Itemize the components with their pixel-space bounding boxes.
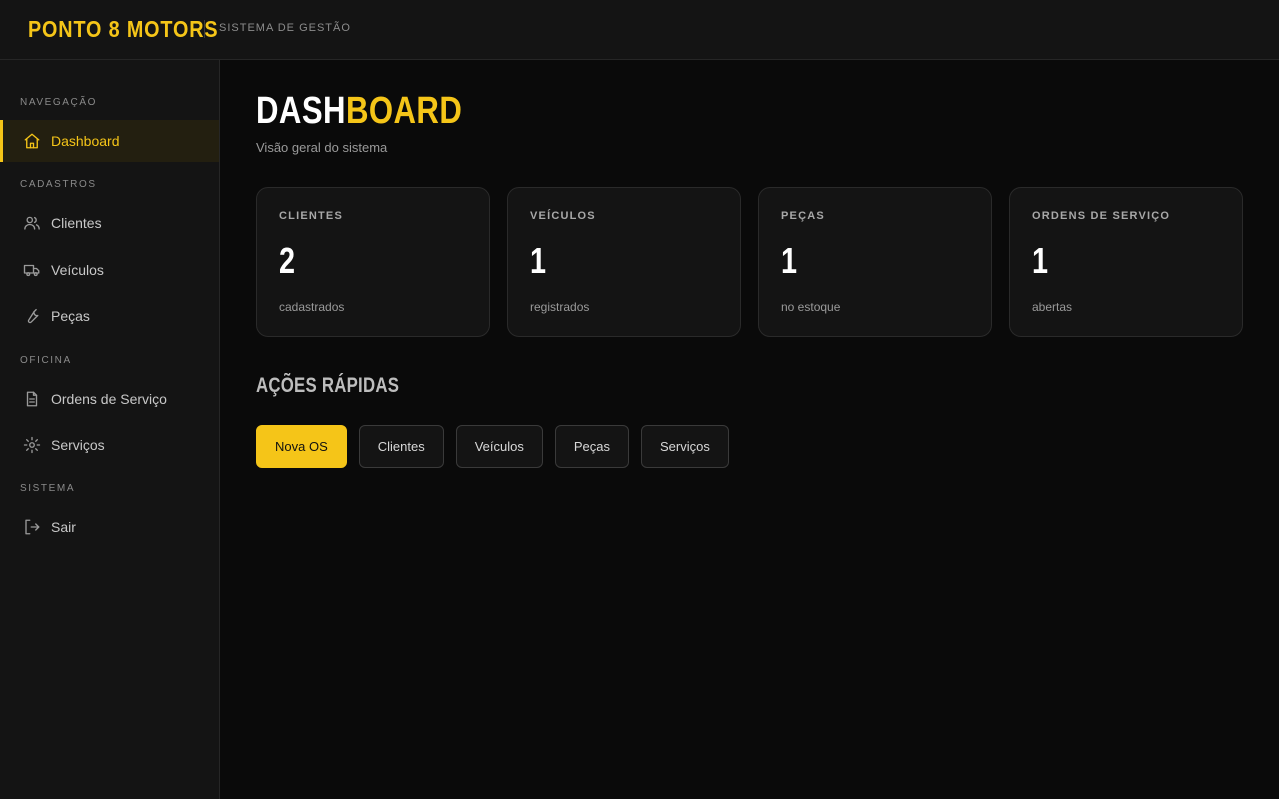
- home-icon: [23, 132, 41, 150]
- stat-note: abertas: [1032, 300, 1073, 314]
- pecas-button[interactable]: Peças: [554, 425, 630, 468]
- stat-card-veiculos: VEÍCULOS 1 registrados: [507, 187, 741, 337]
- sidebar-item-veiculos[interactable]: Veículos: [0, 249, 219, 291]
- new-os-button[interactable]: Nova OS: [256, 425, 347, 468]
- stat-label: PEÇAS: [781, 210, 825, 222]
- stat-label: ORDENS DE SERVIÇO: [1032, 210, 1171, 222]
- stat-note: registrados: [530, 300, 590, 314]
- nav-section-cadastros: CADASTROS: [20, 179, 97, 190]
- nav-section-navegacao: NAVEGAÇÃO: [20, 97, 98, 108]
- sidebar-item-clientes[interactable]: Clientes: [0, 202, 219, 244]
- main-content: DASHBOARD Visão geral do sistema CLIENTE…: [220, 60, 1279, 799]
- sidebar-item-label: Ordens de Serviço: [51, 391, 167, 407]
- page-title-part1: DASH: [256, 90, 346, 132]
- stat-note: no estoque: [781, 300, 841, 314]
- sidebar-item-label: Sair: [51, 519, 76, 535]
- stat-card-clientes: CLIENTES 2 cadastrados: [256, 187, 490, 337]
- users-icon: [23, 214, 41, 232]
- stat-label: CLIENTES: [279, 210, 343, 222]
- nav-section-oficina: OFICINA: [20, 355, 72, 366]
- stat-label: VEÍCULOS: [530, 210, 596, 222]
- brand-subtitle: SISTEMA DE GESTÃO: [219, 22, 351, 34]
- stat-note: cadastrados: [279, 300, 345, 314]
- sidebar-item-label: Veículos: [51, 262, 104, 278]
- page-title-part2: BOARD: [345, 90, 463, 132]
- sidebar-item-pecas[interactable]: Peças: [0, 295, 219, 337]
- sidebar-item-label: Peças: [51, 308, 90, 324]
- gear-icon: [23, 436, 41, 454]
- stat-value: 1: [1032, 240, 1049, 281]
- servicos-button[interactable]: Serviços: [641, 425, 729, 468]
- sidebar-item-ordens-de-servico[interactable]: Ordens de Serviço: [0, 378, 219, 420]
- page-title: DASHBOARD: [256, 90, 462, 133]
- stat-value: 1: [530, 240, 547, 281]
- sidebar-item-servicos[interactable]: Serviços: [0, 424, 219, 466]
- nav-section-sistema: SISTEMA: [20, 483, 76, 494]
- stat-card-pecas: PEÇAS 1 no estoque: [758, 187, 992, 337]
- truck-icon: [23, 261, 41, 279]
- wrench-icon: [23, 307, 41, 325]
- stats-cards: CLIENTES 2 cadastrados VEÍCULOS 1 regist…: [256, 187, 1243, 337]
- file-icon: [23, 390, 41, 408]
- top-bar: PONTO 8 MOTORS SISTEMA DE GESTÃO: [0, 0, 1279, 60]
- brand-divider: [204, 20, 205, 38]
- clientes-button[interactable]: Clientes: [358, 425, 444, 468]
- quick-actions: Nova OS Clientes Veículos Peças Serviços: [256, 425, 729, 468]
- stat-card-ordens-de-servico: ORDENS DE SERVIÇO 1 abertas: [1009, 187, 1243, 337]
- sidebar-item-dashboard[interactable]: Dashboard: [0, 120, 219, 162]
- logout-icon: [23, 518, 41, 536]
- page-subtitle: Visão geral do sistema: [256, 140, 388, 155]
- veiculos-button[interactable]: Veículos: [455, 425, 543, 468]
- sidebar-item-label: Serviços: [51, 437, 105, 453]
- sidebar-item-label: Clientes: [51, 215, 102, 231]
- sidebar-item-sair[interactable]: Sair: [0, 506, 219, 548]
- sidebar-item-label: Dashboard: [51, 133, 120, 149]
- sidebar: NAVEGAÇÃO Dashboard CADASTROS Clientes V…: [0, 60, 220, 799]
- stat-value: 2: [279, 240, 296, 281]
- brand-logo[interactable]: PONTO 8 MOTORS: [28, 16, 218, 43]
- stat-value: 1: [781, 240, 798, 281]
- quick-actions-title: AÇÕES RÁPIDAS: [256, 374, 400, 397]
